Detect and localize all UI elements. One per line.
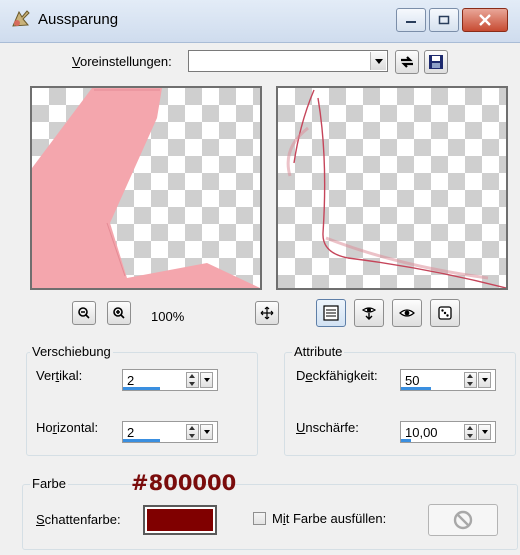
offset-group-title: Verschiebung: [30, 344, 113, 359]
view-options-icon: [323, 305, 339, 321]
opacity-dropdown-icon[interactable]: [478, 372, 491, 388]
vertical-stepper-icon[interactable]: [186, 372, 199, 388]
horizontal-value: 2: [127, 425, 135, 440]
presets-label: Voreinstellungen:: [72, 54, 172, 69]
color-group-title: Farbe: [30, 476, 68, 491]
result-preview-image: [286, 89, 506, 288]
close-button[interactable]: [462, 8, 508, 32]
horizontal-stepper-icon[interactable]: [186, 424, 199, 440]
view-options-button[interactable]: [316, 299, 346, 327]
attributes-group-title: Attribute: [292, 344, 345, 359]
pan-move-icon: [260, 306, 274, 320]
maximize-button[interactable]: [429, 8, 459, 32]
opacity-label: Deckfähigkeit:: [296, 368, 378, 383]
opacity-spinbox[interactable]: 50: [400, 369, 496, 391]
blur-stepper-icon[interactable]: [464, 424, 477, 440]
vertical-slider-fill[interactable]: [123, 387, 160, 390]
blur-value: 10,00: [405, 425, 438, 440]
app-icon: [12, 10, 30, 27]
opacity-stepper-icon[interactable]: [464, 372, 477, 388]
horizontal-dropdown-icon[interactable]: [200, 424, 213, 440]
hex-color-annotation: #800000: [131, 471, 237, 495]
vertical-dropdown-icon[interactable]: [200, 372, 213, 388]
horizontal-spinbox[interactable]: 2: [122, 421, 218, 443]
zoom-out-icon: [78, 307, 90, 319]
vertical-spinbox[interactable]: 2: [122, 369, 218, 391]
vertical-label: Vertikal:: [36, 368, 83, 383]
save-presets-button[interactable]: [424, 50, 448, 74]
randomize-dice-icon: [438, 306, 452, 320]
close-icon: [479, 14, 491, 26]
zoom-level: 100%: [151, 309, 185, 324]
fill-with-color-checkbox[interactable]: [253, 512, 266, 525]
blur-dropdown-icon[interactable]: [478, 424, 491, 440]
fill-with-color-label: Mit Farbe ausfüllen:: [272, 511, 387, 526]
minimize-icon: [406, 21, 416, 23]
minimize-button[interactable]: [396, 8, 426, 32]
opacity-slider-fill[interactable]: [401, 387, 431, 390]
shadow-color-label: Schattenfarbe:: [36, 512, 121, 527]
horizontal-slider-fill[interactable]: [123, 439, 160, 442]
proof-icon: [361, 307, 377, 320]
pan-button[interactable]: [255, 301, 279, 325]
blur-slider-fill[interactable]: [401, 439, 411, 442]
window-title: Aussparung: [38, 11, 119, 28]
maximize-icon: [438, 15, 450, 25]
no-fill-icon: [453, 510, 473, 530]
zoom-out-button[interactable]: [72, 301, 96, 325]
presets-dropdown[interactable]: [188, 50, 388, 72]
opacity-value: 50: [405, 373, 420, 388]
preview-toggle-icon: [399, 309, 415, 317]
vertical-value: 2: [127, 373, 135, 388]
fill-color-button[interactable]: [428, 504, 498, 536]
chevron-down-icon[interactable]: [370, 52, 386, 70]
result-preview[interactable]: [276, 86, 508, 290]
title-bar[interactable]: Aussparung: [0, 0, 520, 43]
shadow-color-fill: [147, 509, 213, 531]
blur-spinbox[interactable]: 10,00: [400, 421, 496, 443]
shadow-preview-image: [32, 88, 260, 288]
shadow-shape: [32, 88, 260, 288]
zoom-in-icon: [113, 307, 125, 319]
shadow-outline-2: [286, 126, 489, 280]
floppy-disk-icon: [429, 55, 443, 69]
zoom-in-button[interactable]: [107, 301, 131, 325]
randomize-button[interactable]: [430, 299, 460, 327]
shadow-outline-1: [293, 89, 506, 288]
blur-label: Unschärfe:: [296, 420, 359, 435]
preview-toggle-button[interactable]: [392, 299, 422, 327]
reset-presets-button[interactable]: [395, 50, 419, 74]
reset-arrows-icon: [401, 56, 413, 68]
shadow-color-swatch[interactable]: [143, 505, 217, 535]
original-preview[interactable]: [30, 86, 262, 290]
proof-button[interactable]: [354, 299, 384, 327]
horizontal-label: Horizontal:: [36, 420, 99, 435]
